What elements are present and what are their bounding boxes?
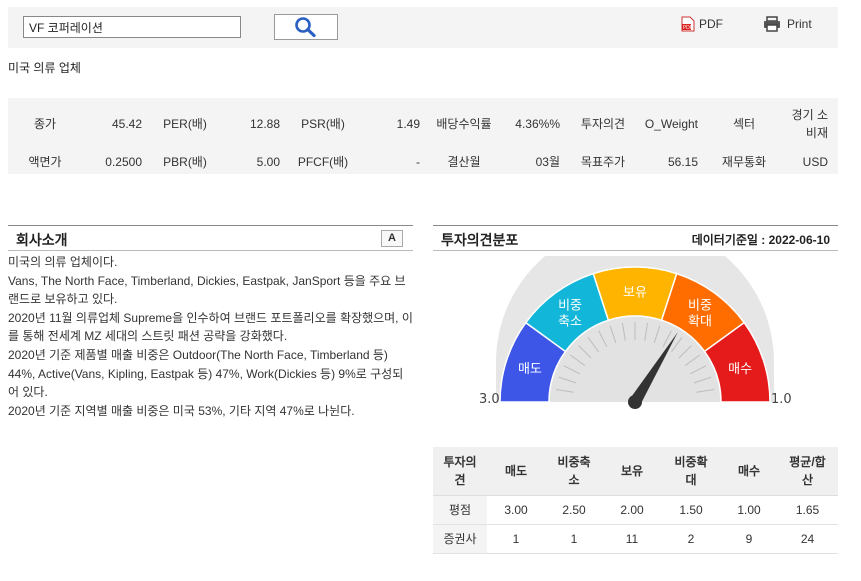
print-button[interactable]: Print	[763, 16, 812, 32]
gauge-segment-label: 비중 확대	[688, 299, 712, 330]
print-label: Print	[787, 17, 812, 31]
table-cell: 1	[545, 524, 603, 554]
table-row-label: 증권사	[433, 524, 487, 554]
metric-label: 종가	[33, 117, 57, 132]
metric-label: 목표주가	[580, 155, 626, 170]
metric-label: 배당수익률	[436, 117, 492, 132]
metric-label: PER(배)	[163, 117, 207, 132]
metric-label: 재무통화	[721, 155, 767, 170]
metric-value: 4.36%%	[515, 116, 560, 131]
table-cell: 3.00	[487, 495, 545, 525]
industry-text: 미국 의류 업체	[8, 61, 81, 75]
metric-label: 결산월	[447, 155, 481, 170]
table-cell: 2.00	[603, 495, 661, 525]
metric-label: PBR(배)	[163, 155, 207, 170]
section-title: 회사소개	[16, 232, 68, 248]
table-header-cell: 비중확대	[661, 447, 721, 496]
table-header-cell: 매도	[487, 447, 545, 496]
opinion-header: 투자의견분포 데이터기준일 : 2022-06-10	[433, 225, 838, 251]
metric-value: 56.15	[667, 154, 698, 169]
font-size-button[interactable]: A	[381, 230, 403, 247]
opinion-gauge: 매도 비중 축소 보유비중 확대매수 3.0 1.0	[479, 256, 792, 409]
top-toolbar: PDF PDF Print	[8, 7, 838, 48]
intro-paragraph: 2020년 기준 제품별 매출 비중은 Outdoor(The North Fa…	[8, 347, 404, 400]
metric-label: PFCF(배)	[297, 155, 349, 170]
table-cell: 1.65	[777, 495, 838, 525]
company-intro-header: 회사소개 A	[8, 225, 413, 251]
table-cell: 1.50	[661, 495, 721, 525]
intro-paragraph: Vans, The North Face, Timberland, Dickie…	[8, 273, 406, 307]
metric-value: USD	[802, 154, 828, 169]
printer-icon	[764, 16, 780, 32]
metric-value: O_Weight	[644, 116, 698, 131]
intro-paragraph: 2020년 기준 지역별 매출 비중은 미국 53%, 기타 지역 47%로 나…	[8, 403, 355, 418]
metric-value: 12.88	[249, 116, 280, 131]
search-input[interactable]	[23, 16, 241, 38]
metric-label: 액면가	[28, 155, 62, 170]
table-cell: 24	[777, 524, 838, 554]
metric-value: 5.00	[256, 154, 280, 169]
metric-value: 0.2500	[105, 154, 142, 169]
table-cell: 1.00	[721, 495, 777, 525]
metric-label: PSR(배)	[301, 117, 345, 132]
gauge-max-label: 1.0	[771, 392, 792, 407]
pdf-icon: PDF	[681, 16, 695, 32]
table-header-cell: 매수	[721, 447, 777, 496]
metrics-panel: 종가 45.42 PER(배) 12.88 PSR(배) 1.49 배당수익률 …	[8, 98, 838, 174]
section-title: 투자의견분포	[441, 232, 519, 248]
gauge-segment-label: 보유	[623, 286, 647, 301]
table-header-cell: 보유	[603, 447, 661, 496]
search-button[interactable]	[274, 14, 338, 40]
pdf-label: PDF	[699, 17, 723, 31]
gauge-segment-label: 매수	[728, 362, 752, 377]
table-cell: 1	[487, 524, 545, 554]
gauge-hub	[628, 395, 642, 409]
opinion-table: 투자의견 매도 비중축소 보유 비중확대 매수 평균/합산 평점 3.00 2.50 2.00 1.…	[433, 447, 838, 554]
table-cell: 9	[721, 524, 777, 554]
metric-value: 03월	[535, 155, 560, 170]
reference-date: 데이터기준일 : 2022-06-10	[691, 233, 830, 247]
svg-text:PDF: PDF	[683, 25, 693, 31]
metric-label: 투자의견	[580, 117, 626, 132]
metric-label: 섹터	[732, 117, 756, 132]
intro-paragraph: 2020년 11월 의류업체 Supreme을 인수하여 브랜드 포트폴리오를 …	[8, 310, 413, 344]
table-cell: 2.50	[545, 495, 603, 525]
table-header-cell: 비중축소	[545, 447, 603, 496]
metric-value: -	[416, 154, 420, 169]
metric-value: 1.49	[396, 116, 420, 131]
gauge-segment-label: 매도	[518, 362, 542, 377]
table-row-label: 평점	[433, 495, 487, 525]
table-cell: 2	[661, 524, 721, 554]
metric-value: 45.42	[111, 116, 142, 131]
metric-value: 경기 소비재	[791, 107, 828, 140]
gauge-segment-label: 비중 축소	[558, 299, 582, 330]
table-header-cell: 평균/합산	[777, 447, 838, 496]
company-intro-text: 미국의 의류 업체이다. Vans, The North Face, Timbe…	[8, 253, 413, 420]
intro-paragraph: 미국의 의류 업체이다.	[8, 255, 118, 269]
gauge-min-label: 3.0	[479, 392, 500, 407]
table-header-cell: 투자의견	[433, 447, 487, 496]
search-icon	[295, 17, 316, 38]
table-cell: 11	[603, 524, 661, 554]
pdf-button[interactable]: PDF PDF	[681, 16, 723, 32]
